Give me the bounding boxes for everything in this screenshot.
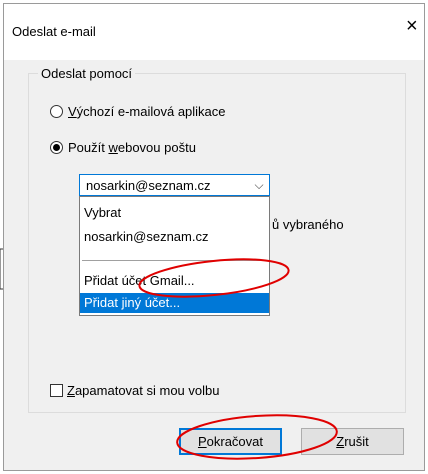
radio-button-checked[interactable] xyxy=(50,141,63,154)
group-legend: Odeslat pomocí xyxy=(38,66,136,81)
partially-hidden-label: ů vybraného xyxy=(272,217,344,232)
select-value: nosarkin@seznam.cz xyxy=(86,177,211,193)
title-bar: Odeslat e-mail × xyxy=(4,4,424,60)
radio-button[interactable] xyxy=(50,105,63,118)
dropdown-item-add-other[interactable]: Přidat jiný účet... xyxy=(80,293,269,313)
radio-label: Použít webovou poštu xyxy=(68,140,196,155)
dropdown-item-account[interactable]: nosarkin@seznam.cz xyxy=(80,227,269,247)
dropdown-item-add-gmail[interactable]: Přidat účet Gmail... xyxy=(80,271,269,291)
dropdown-separator xyxy=(82,260,267,261)
close-icon[interactable]: × xyxy=(406,16,418,36)
cancel-button[interactable]: Zrušit xyxy=(301,428,404,455)
radio-default-mail-app[interactable]: Výchozí e-mailová aplikace xyxy=(50,104,226,119)
checkbox[interactable] xyxy=(50,384,63,397)
continue-button[interactable]: Pokračovat xyxy=(179,428,282,455)
webmail-account-select[interactable]: nosarkin@seznam.cz ⌵ xyxy=(79,174,270,196)
checkbox-label: Zapamatovat si mou volbu xyxy=(67,383,220,398)
dropdown-item-choose[interactable]: Vybrat xyxy=(80,203,269,223)
account-dropdown-list: Vybrat nosarkin@seznam.cz Přidat účet Gm… xyxy=(79,196,270,316)
radio-use-webmail[interactable]: Použít webovou poštu xyxy=(50,140,196,155)
remember-choice-checkbox[interactable]: Zapamatovat si mou volbu xyxy=(50,383,219,398)
chevron-down-icon[interactable]: ⌵ xyxy=(249,178,269,193)
radio-label: Výchozí e-mailová aplikace xyxy=(68,104,226,119)
dialog-title: Odeslat e-mail xyxy=(12,24,96,39)
